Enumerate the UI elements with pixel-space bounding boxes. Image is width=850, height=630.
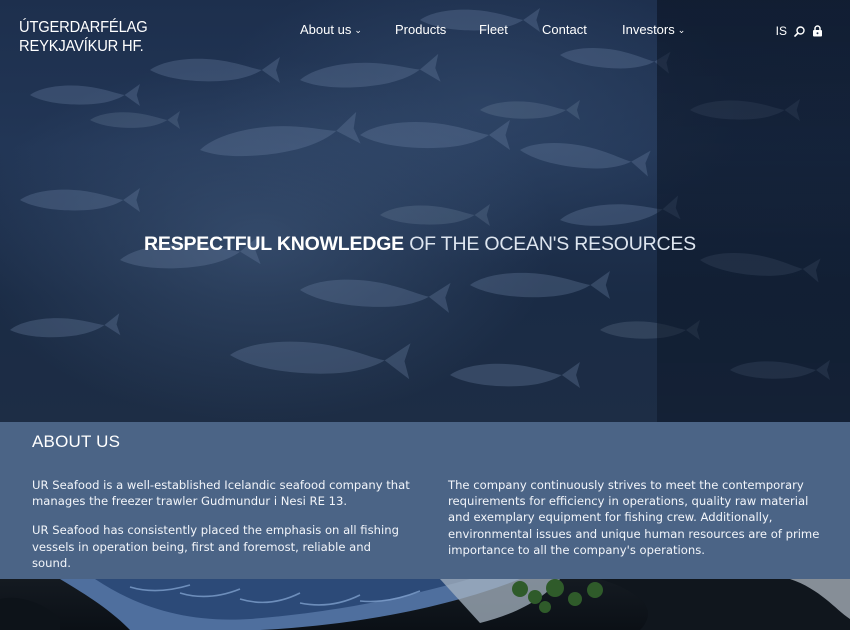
chevron-down-icon: ⌄: [677, 25, 686, 35]
about-paragraph: UR Seafood has consistently placed the e…: [32, 523, 399, 570]
about-title: ABOUT US: [32, 432, 121, 451]
nav-item-contact[interactable]: Contact: [542, 22, 587, 37]
nav-item-label: Products: [395, 22, 447, 37]
tagline-light: OF THE OCEAN'S RESOURCES: [409, 233, 696, 255]
chevron-down-icon: ⌄: [354, 25, 362, 35]
hero-banner: ÚTGERDARFÉLAG REYKJAVÍKUR HF. About us ⌄ …: [0, 0, 850, 422]
lock-icon[interactable]: [812, 25, 823, 37]
header-utility: IS: [776, 22, 823, 40]
nav-item-label: Fleet: [479, 22, 508, 37]
hero-tagline: RESPECTFUL KNOWLEDGE OF THE OCEAN'S RESO…: [0, 233, 840, 256]
nav-item-fleet[interactable]: Fleet: [479, 22, 508, 37]
tagline-strong: RESPECTFUL KNOWLEDGE: [144, 233, 404, 255]
nav-item-products[interactable]: Products: [395, 22, 446, 37]
mackerel-image: [0, 579, 850, 630]
logo-line-2: REYKJAVÍKUR HF.: [19, 38, 144, 55]
nav-item-label: Investors: [622, 22, 675, 37]
nav-item-label: Contact: [542, 22, 587, 37]
about-paragraph: UR Seafood is a well-established Iceland…: [32, 478, 410, 509]
about-right-column: The company continuously strives to meet…: [448, 477, 828, 571]
about-paragraph: The company continuously strives to meet…: [448, 478, 820, 557]
nav-item-investors[interactable]: Investors ⌄: [622, 22, 685, 37]
about-section: ABOUT US UR Seafood is a well-establishe…: [0, 422, 850, 579]
logo-line-1: ÚTGERDARFÉLAG: [19, 19, 148, 36]
nav-item-about-us[interactable]: About us ⌄: [300, 22, 362, 37]
search-icon[interactable]: [794, 25, 805, 37]
language-switch[interactable]: IS: [776, 24, 787, 38]
seafood-image-strip: [0, 579, 850, 630]
nav-item-label: About us: [300, 22, 352, 37]
company-logo[interactable]: ÚTGERDARFÉLAG REYKJAVÍKUR HF.: [19, 18, 148, 56]
hero-right-shade: [657, 0, 850, 422]
about-left-column: UR Seafood is a well-established Iceland…: [32, 477, 412, 584]
